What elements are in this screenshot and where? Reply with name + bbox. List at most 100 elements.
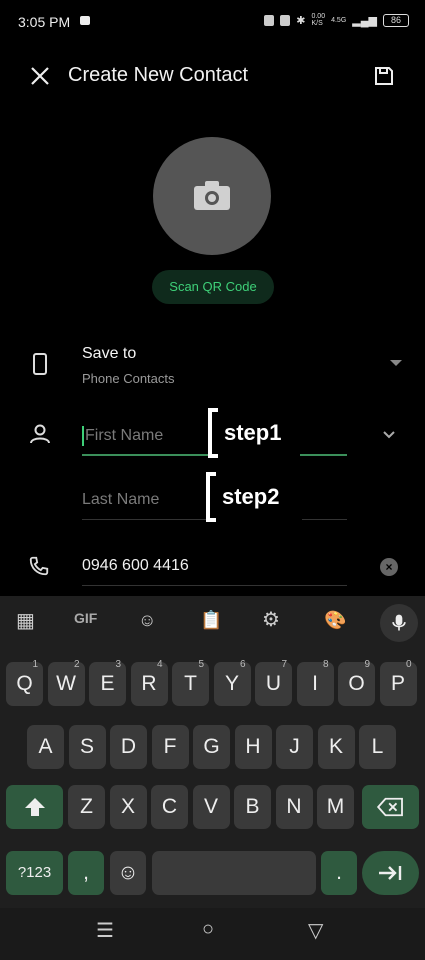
shift-icon <box>24 798 45 816</box>
key-hint-number: 6 <box>239 659 246 670</box>
symbols-key[interactable]: ?123 <box>6 851 63 895</box>
key-label: V <box>203 795 218 818</box>
comma-key[interactable]: , <box>68 851 104 895</box>
key-q[interactable]: Q1 <box>6 659 43 706</box>
key-hint-number: 4 <box>156 659 163 670</box>
key-label: D <box>120 735 137 758</box>
clear-phone-icon[interactable]: × <box>380 558 398 576</box>
key-a[interactable]: A <box>27 725 64 769</box>
key-j[interactable]: J <box>276 725 313 769</box>
key-g[interactable]: G <box>193 725 230 769</box>
key-label: I <box>312 672 318 695</box>
emoji-key[interactable]: ☺ <box>110 851 146 895</box>
home-icon[interactable]: ○ <box>202 918 214 941</box>
key-t[interactable]: T5 <box>172 659 209 706</box>
key-r[interactable]: R4 <box>130 659 168 706</box>
dropdown-arrow-icon[interactable] <box>390 360 402 366</box>
gif-button[interactable]: GIF <box>74 610 97 626</box>
key-label: O <box>348 672 365 695</box>
step1-annotation: step1 <box>208 408 300 458</box>
key-u[interactable]: U7 <box>255 659 292 706</box>
key-h[interactable]: H <box>234 725 272 769</box>
nfc-icon <box>280 14 291 26</box>
key-n[interactable]: N <box>275 785 313 829</box>
key-label: U <box>265 672 282 695</box>
backspace-icon <box>376 797 403 817</box>
save-to-value: Phone Contacts <box>82 371 175 386</box>
key-c[interactable]: C <box>151 785 188 829</box>
signal-icon: ▂▄▆ <box>352 14 377 27</box>
key-d[interactable]: D <box>110 725 147 769</box>
battery-icon: 86 <box>383 13 409 27</box>
last-name-placeholder: Last Name <box>82 491 160 508</box>
key-hint-number: 9 <box>364 659 370 670</box>
apps-grid-icon[interactable]: ▦ <box>16 608 35 633</box>
sticker-icon[interactable]: ☺ <box>138 610 156 631</box>
key-v[interactable]: V <box>192 785 230 829</box>
key-k[interactable]: K <box>317 725 355 769</box>
page-title: Create New Contact <box>68 64 249 86</box>
key-label: B <box>245 795 260 818</box>
microphone-icon <box>392 614 406 631</box>
key-o[interactable]: O9 <box>338 659 375 706</box>
vibrate-icon <box>264 14 275 26</box>
key-w[interactable]: W2 <box>47 659 85 706</box>
key-label: L <box>371 735 384 758</box>
scan-qr-code-button[interactable]: Scan QR Code <box>152 270 274 304</box>
first-name-placeholder: First Name <box>85 427 164 444</box>
key-l[interactable]: L <box>359 725 396 769</box>
back-icon[interactable]: ▽ <box>308 918 323 943</box>
text-cursor <box>82 425 84 446</box>
recents-icon[interactable]: ☰ <box>96 918 114 943</box>
key-label: K <box>328 735 343 758</box>
key-z[interactable]: Z <box>68 785 105 829</box>
key-label: H <box>245 735 261 758</box>
clipboard-icon[interactable]: 📋 <box>200 610 222 631</box>
key-y[interactable]: Y6 <box>213 659 251 706</box>
save-to-label: Save to <box>82 345 137 362</box>
key-hint-number: 3 <box>115 659 121 670</box>
key-p[interactable]: P0 <box>379 659 417 706</box>
key-label: Q <box>16 672 33 695</box>
backspace-key[interactable] <box>362 785 419 829</box>
key-s[interactable]: S <box>68 725 106 769</box>
close-icon[interactable] <box>28 64 52 88</box>
key-f[interactable]: F <box>151 725 189 769</box>
key-label: C <box>161 795 178 818</box>
bluetooth-icon: ✱ <box>296 14 306 27</box>
key-b[interactable]: B <box>234 785 271 829</box>
key-label: Z <box>80 795 93 818</box>
settings-icon[interactable]: ⚙ <box>262 607 280 632</box>
key-label: A <box>38 735 53 758</box>
key-e[interactable]: E3 <box>89 659 126 706</box>
key-label: G <box>203 735 220 758</box>
phone-number-field[interactable]: 0946 600 4416 <box>82 546 347 586</box>
chevron-down-icon[interactable] <box>382 428 396 442</box>
shift-key[interactable] <box>6 785 63 829</box>
phone-device-icon <box>33 353 47 375</box>
key-label: P <box>390 672 405 695</box>
screen-record-icon <box>80 16 90 25</box>
microphone-button[interactable] <box>380 604 418 642</box>
theme-palette-icon[interactable]: 🎨 <box>324 610 346 631</box>
status-bar: 3:05 PM ✱ 0.00 K/S 4.5G ▂▄▆ 86 <box>0 0 425 44</box>
key-label: R <box>141 672 157 695</box>
save-icon[interactable] <box>372 64 396 88</box>
key-label: W <box>56 672 76 695</box>
space-key[interactable] <box>152 851 316 895</box>
period-key[interactable]: . <box>321 851 357 895</box>
network-speed: 0.00 K/S <box>311 13 326 27</box>
phone-icon <box>29 556 49 576</box>
enter-key[interactable] <box>362 851 419 895</box>
key-hint-number: 5 <box>198 659 204 670</box>
key-label: F <box>163 735 177 758</box>
step1-label: step1 <box>224 420 282 445</box>
key-hint-number: 7 <box>281 659 287 670</box>
key-label: M <box>326 795 345 818</box>
key-label: S <box>79 735 94 758</box>
key-x[interactable]: X <box>109 785 147 829</box>
key-m[interactable]: M <box>317 785 354 829</box>
key-hint-number: 0 <box>405 659 412 670</box>
keyboard-toolbar: ▦ GIF ☺ 📋 ⚙ 🎨 <box>0 596 425 650</box>
key-i[interactable]: I8 <box>296 659 334 706</box>
